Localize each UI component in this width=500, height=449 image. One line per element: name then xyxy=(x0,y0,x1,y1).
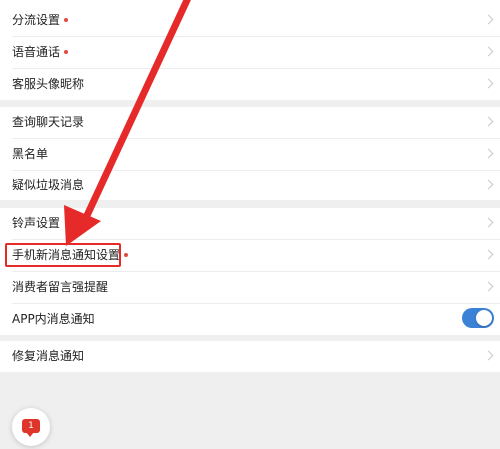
annotation-arrow-icon xyxy=(64,0,191,246)
chat-float-button[interactable]: 1 xyxy=(12,408,50,446)
unread-badge: 1 xyxy=(28,421,34,431)
